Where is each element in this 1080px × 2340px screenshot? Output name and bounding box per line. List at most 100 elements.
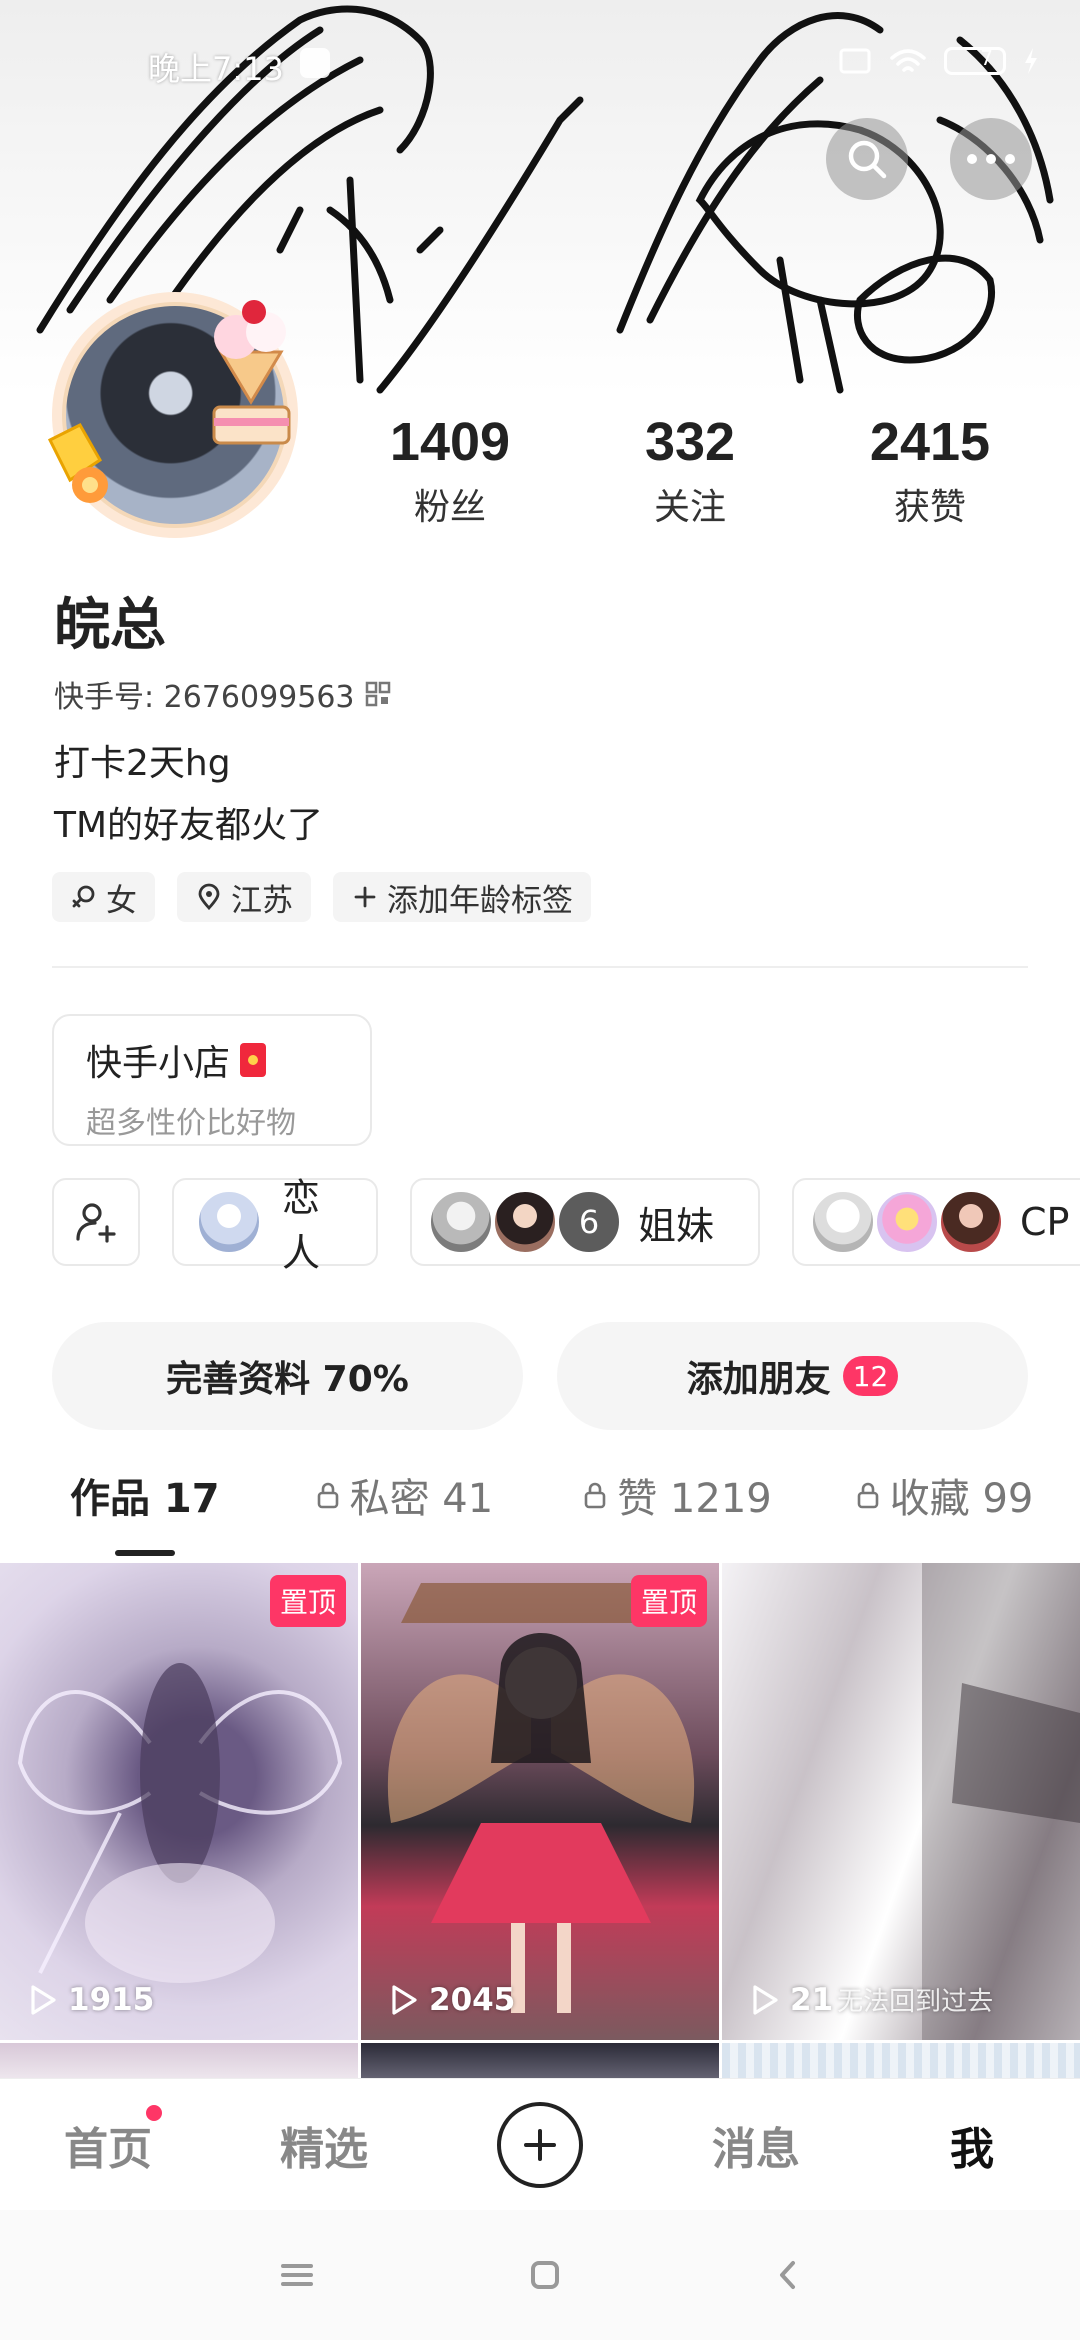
sim-icon (839, 48, 871, 74)
notification-dot (146, 2104, 162, 2121)
shop-title: 快手小店 (86, 1043, 231, 1084)
group-cp[interactable]: CP (792, 1178, 1080, 1266)
video-thumbnail[interactable] (361, 2043, 719, 2083)
gender-tag[interactable]: 女 (52, 872, 155, 922)
play-icon (753, 1984, 778, 2015)
profile-tags: 女 江苏 添加年龄标签 (52, 872, 591, 922)
followers-stat[interactable]: 1409 粉丝 (330, 412, 570, 530)
kuaishou-id-row[interactable]: 快手号: 2676099563 (54, 672, 391, 716)
add-person-icon (76, 1203, 116, 1243)
group-sisters[interactable]: 6 姐妹 (410, 1178, 760, 1266)
complete-profile-label: 完善资料 70% (166, 1359, 409, 1400)
video-thumbnail[interactable]: 置顶 1915 (0, 1563, 358, 2040)
nav-home-label: 首页 (64, 2123, 152, 2175)
likes-count: 2415 (869, 412, 991, 472)
red-packet-icon (240, 1043, 267, 1077)
play-count-value: 21 (790, 1981, 834, 2018)
plus-icon (524, 2128, 556, 2161)
tab-private[interactable]: 私密 41 (316, 1466, 493, 1524)
video-thumbnail[interactable] (722, 2043, 1080, 2083)
shop-card[interactable]: 快手小店 超多性价比好物 (52, 1014, 372, 1146)
play-count: 2045 (389, 1982, 515, 2018)
tab-label: 收藏 99 (889, 1476, 1034, 1522)
following-label: 关注 (653, 487, 726, 528)
add-relationship-button[interactable] (52, 1178, 140, 1266)
nav-messages[interactable]: 消息 (648, 2113, 864, 2177)
tab-favorites[interactable]: 收藏 99 (856, 1466, 1034, 1524)
group-count: 6 (556, 1189, 622, 1255)
group-avatar (196, 1189, 262, 1255)
nav-featured[interactable]: 精选 (216, 2113, 432, 2177)
bio-line-1: 打卡2天hg (54, 743, 231, 784)
relationship-groups: 恋人 6 姐妹 CP (52, 1176, 1080, 1275)
group-avatar (938, 1189, 1004, 1255)
tab-liked[interactable]: 赞 1219 (583, 1466, 772, 1524)
tab-active-indicator (114, 1550, 175, 1556)
video-thumbnail[interactable] (0, 2043, 358, 2083)
divider (52, 966, 1028, 968)
search-icon (848, 140, 887, 179)
nav-home[interactable]: 首页 (0, 2104, 216, 2177)
play-icon (392, 1985, 417, 2015)
search-button[interactable] (826, 118, 908, 200)
nav-me-label: 我 (950, 2123, 994, 2175)
nav-create[interactable] (432, 2101, 648, 2188)
profile-stats: 1409 粉丝 332 关注 2415 获赞 (330, 412, 1050, 530)
bio-line-2: TM的好友都火了 (54, 805, 324, 846)
video-watermark: 无法回到过去 (837, 1987, 994, 2017)
nav-featured-label: 精选 (280, 2123, 368, 2175)
pinned-badge: 置顶 (269, 1575, 346, 1627)
shop-subtitle: 超多性价比好物 (86, 1106, 296, 1141)
followers-label: 粉丝 (413, 487, 486, 528)
likes-label: 获赞 (893, 487, 966, 528)
add-friends-label: 添加朋友 (686, 1359, 831, 1400)
notification-app-icon (300, 48, 330, 78)
following-count: 332 (644, 412, 736, 472)
tab-works[interactable]: 作品 17 (70, 1466, 220, 1556)
thumbnail-art (387, 1583, 695, 2013)
nav-me[interactable]: 我 (864, 2113, 1080, 2177)
location-pin-icon (198, 883, 220, 911)
add-age-tag[interactable]: 添加年龄标签 (333, 872, 591, 922)
tab-label: 赞 1219 (617, 1476, 772, 1522)
following-stat[interactable]: 332 关注 (570, 412, 810, 530)
likes-stat[interactable]: 2415 获赞 (810, 412, 1050, 530)
group-label: CP (1020, 1200, 1070, 1244)
group-avatar (874, 1189, 940, 1255)
status-icons: 7 (838, 46, 1040, 76)
play-icon (31, 1985, 56, 2015)
add-friends-badge: 12 (842, 1356, 899, 1396)
menu-icon[interactable] (277, 2258, 317, 2292)
add-friends-button[interactable]: 添加朋友 12 (557, 1322, 1028, 1430)
home-icon[interactable] (527, 2257, 563, 2293)
location-tag-label: 江苏 (231, 882, 293, 919)
more-button[interactable] (950, 118, 1032, 200)
plus-icon (354, 886, 376, 908)
content-tabs: 作品 17 私密 41 赞 1219 收藏 99 (0, 1466, 1080, 1556)
play-count: 1915 (28, 1982, 154, 2018)
profile-name: 皖总 (54, 593, 166, 658)
status-bar: 晚上7:13 7 (0, 0, 1080, 130)
gender-tag-label: 女 (106, 882, 137, 919)
group-avatar (810, 1189, 876, 1255)
complete-profile-button[interactable]: 完善资料 70% (52, 1322, 523, 1430)
create-button[interactable] (497, 2101, 583, 2188)
system-nav-bar (0, 2210, 1080, 2340)
cake-decoration-icon (212, 300, 291, 445)
bell-decoration-icon (47, 423, 108, 503)
group-avatar (428, 1189, 494, 1255)
more-icon (967, 154, 1015, 164)
qr-code-icon[interactable] (365, 681, 391, 707)
play-count-value: 2045 (429, 1982, 516, 2018)
back-icon[interactable] (773, 2257, 803, 2293)
location-tag[interactable]: 江苏 (177, 872, 311, 922)
charging-icon (1025, 48, 1037, 74)
play-count-value: 1915 (68, 1982, 155, 2018)
wifi-icon (890, 49, 926, 72)
status-time: 晚上7:13 (148, 50, 284, 88)
group-label: 恋人 (282, 1176, 321, 1275)
battery-icon: 7 (944, 46, 1006, 75)
video-thumbnail[interactable]: 21 无法回到过去 (722, 1563, 1080, 2040)
group-lovers[interactable]: 恋人 (172, 1176, 378, 1275)
video-thumbnail[interactable]: 置顶 2045 (361, 1563, 719, 2040)
